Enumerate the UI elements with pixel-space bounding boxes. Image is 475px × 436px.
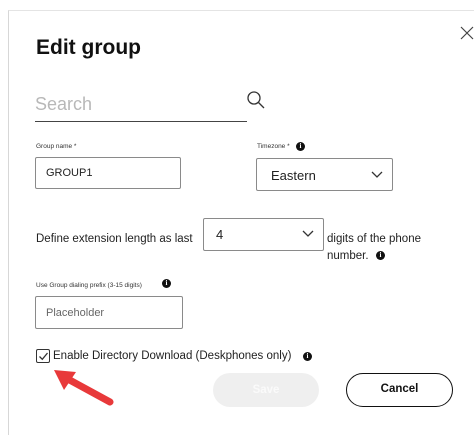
dialing-prefix-info-icon[interactable]: i [162, 279, 171, 288]
extension-suffix-text-1: digits of the phone [327, 233, 421, 245]
directory-download-checkbox[interactable] [36, 349, 50, 363]
extension-info-icon[interactable]: i [376, 251, 385, 260]
timezone-info-icon[interactable]: i [296, 142, 305, 151]
dialing-prefix-field [35, 296, 183, 329]
chevron-down-icon [302, 230, 314, 237]
timezone-label: Timezone * [257, 143, 290, 150]
close-icon[interactable] [460, 26, 474, 40]
extension-length-value: 4 [216, 227, 224, 242]
timezone-select[interactable]: Eastern [256, 158, 393, 191]
dialing-prefix-label: Use Group dialing prefix (3-15 digits) [36, 282, 142, 289]
directory-download-info-icon[interactable]: i [303, 352, 312, 361]
dialog-title: Edit group [36, 36, 141, 59]
extension-suffix-text-2: number. [327, 250, 369, 262]
red-arrow [54, 370, 114, 406]
cancel-button[interactable]: Cancel [346, 373, 453, 407]
save-button[interactable]: Save [213, 373, 319, 407]
checkmark-icon [39, 352, 49, 361]
directory-download-label[interactable]: Enable Directory Download (Deskphones on… [53, 350, 291, 362]
group-name-input[interactable] [36, 158, 180, 188]
chevron-down-icon [371, 171, 383, 178]
search-input[interactable] [35, 88, 240, 120]
dialing-prefix-input[interactable] [36, 297, 182, 328]
extension-length-select[interactable]: 4 [203, 218, 324, 251]
extension-prefix-text: Define extension length as last [36, 233, 193, 245]
group-name-field [35, 157, 181, 189]
search-icon[interactable] [246, 90, 266, 110]
timezone-selected-value: Eastern [271, 168, 316, 183]
search-field [35, 88, 247, 122]
group-name-label: Group name * [36, 143, 77, 150]
